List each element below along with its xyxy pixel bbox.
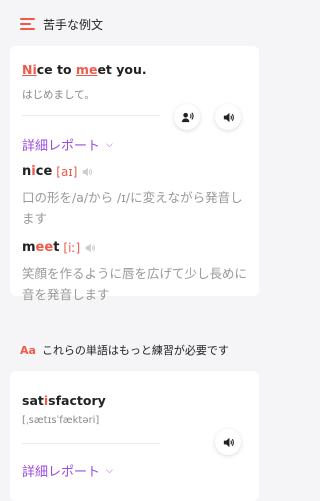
word-item: nice [aɪ] xyxy=(22,164,93,179)
sentence-card: Nice to meet you. はじめまして。 詳細レポート ⌵ nice … xyxy=(10,46,259,302)
divider xyxy=(22,443,160,444)
chevron-down-icon: ⌵ xyxy=(106,139,113,150)
voice-person-icon xyxy=(181,111,194,122)
list-icon xyxy=(20,17,35,31)
section-header: 苦手な例文 xyxy=(20,12,103,36)
divider xyxy=(22,115,160,116)
sentence-translation: はじめまして。 xyxy=(22,89,95,101)
sentence-text: Nice to meet you. xyxy=(22,62,147,77)
speaker-icon xyxy=(223,437,234,447)
practice-word-phonetic: [ˌsætɪsˈfæktəri] xyxy=(22,415,100,426)
play-word-button[interactable] xyxy=(215,429,241,455)
record-voice-button[interactable] xyxy=(174,104,200,130)
practice-word-card: satisfactory [ˌsætɪsˈfæktəri] 詳細レポート ⌵ xyxy=(10,371,259,501)
speaker-icon[interactable] xyxy=(81,166,93,178)
speaker-icon xyxy=(223,112,234,122)
speaker-icon[interactable] xyxy=(84,242,96,254)
practice-words-header: Aa これらの単語はもっと練習が必要です xyxy=(20,342,229,358)
play-sentence-button[interactable] xyxy=(215,104,241,130)
detail-report-toggle[interactable]: 詳細レポート ⌵ xyxy=(22,135,113,154)
section-title: 苦手な例文 xyxy=(43,17,104,32)
font-icon: Aa xyxy=(20,343,36,357)
pronunciation-tip: 笑顔を作るように唇を広げて少し長めに音を発音します xyxy=(22,266,248,302)
practice-words-title: これらの単語はもっと練習が必要です xyxy=(41,344,229,357)
pronunciation-tip: 口の形を/a/から /ɪ/に変えながら発音します xyxy=(22,190,243,226)
practice-word: satisfactory xyxy=(22,393,106,408)
detail-report-toggle[interactable]: 詳細レポート ⌵ xyxy=(22,461,113,480)
word-item: meet [iː] xyxy=(22,240,96,255)
chevron-down-icon: ⌵ xyxy=(106,465,113,476)
